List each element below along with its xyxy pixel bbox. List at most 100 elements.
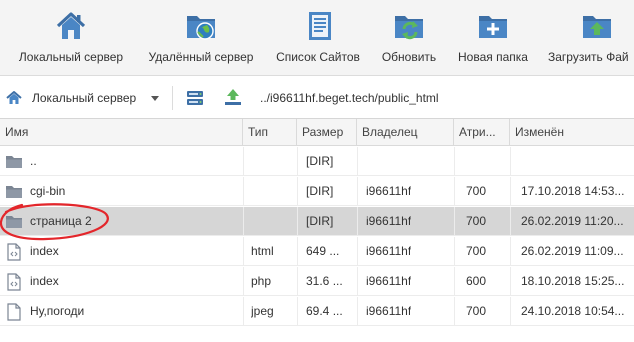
column-separator bbox=[510, 237, 511, 266]
folder-icon bbox=[6, 156, 22, 168]
cell-attributes: 700 bbox=[466, 304, 487, 318]
column-separator bbox=[297, 237, 298, 266]
remote-server-button[interactable]: Удалённый сервер bbox=[142, 0, 260, 75]
upload-icon[interactable] bbox=[224, 88, 242, 106]
column-separator bbox=[454, 237, 455, 266]
remote-server-label: Удалённый сервер bbox=[148, 50, 254, 64]
column-separator bbox=[454, 297, 455, 326]
remote-server-icon bbox=[187, 16, 215, 40]
cell-attributes: 600 bbox=[466, 274, 487, 288]
refresh-button[interactable]: Обновить bbox=[376, 0, 442, 75]
table-row[interactable]: index php 31.6 ... i96611hf 600 18.10.2018 15… bbox=[0, 267, 634, 296]
location-label: Локальный сервер bbox=[32, 91, 137, 105]
table-row[interactable]: .. [DIR] bbox=[0, 147, 634, 176]
location-dropdown[interactable]: Локальный сервер bbox=[0, 77, 170, 119]
table-row[interactable]: Ну,погоди jpeg 69.4 ... i96611hf 700 24.10.20… bbox=[0, 297, 634, 326]
column-separator bbox=[297, 147, 298, 176]
column-separator bbox=[243, 147, 244, 176]
column-separator bbox=[297, 267, 298, 296]
divider bbox=[172, 86, 173, 110]
site-list-button[interactable]: Список Сайтов bbox=[260, 0, 376, 75]
cell-size: [DIR] bbox=[306, 214, 334, 228]
cell-name: index bbox=[30, 244, 59, 258]
table-header: Имя Тип Размер Владелец Атри... Изменён bbox=[0, 119, 634, 146]
refresh-label: Обновить bbox=[381, 50, 437, 64]
cell-modified: 26.02.2019 11:20... bbox=[521, 214, 624, 228]
column-separator bbox=[243, 207, 244, 236]
column-separator bbox=[454, 207, 455, 236]
upload-file-button[interactable]: Загрузить Фай bbox=[544, 0, 634, 75]
column-separator bbox=[510, 147, 511, 176]
column-separator bbox=[454, 267, 455, 296]
column-size-header[interactable]: Размер bbox=[297, 119, 357, 146]
cell-name: cgi-bin bbox=[30, 184, 66, 198]
cell-size: [DIR] bbox=[306, 154, 334, 168]
cell-owner: i96611hf bbox=[366, 244, 412, 258]
cell-name: .. bbox=[30, 154, 37, 168]
column-separator bbox=[357, 147, 358, 176]
column-owner-header[interactable]: Владелец bbox=[357, 119, 454, 146]
cell-modified: 18.10.2018 15:25... bbox=[521, 274, 625, 288]
column-separator bbox=[454, 177, 455, 206]
column-separator bbox=[357, 267, 358, 296]
server-icon[interactable] bbox=[186, 90, 204, 106]
cell-name: страница 2 bbox=[30, 214, 92, 228]
chevron-down-icon bbox=[151, 96, 159, 101]
cell-size: 31.6 ... bbox=[306, 274, 343, 288]
column-separator bbox=[297, 207, 298, 236]
column-separator bbox=[510, 207, 511, 236]
column-attributes-header[interactable]: Атри... bbox=[454, 119, 510, 146]
path-bar: Локальный сервер ../i96611hf.beget.tech/… bbox=[0, 77, 634, 119]
home-icon bbox=[56, 12, 86, 39]
current-path[interactable]: ../i96611hf.beget.tech/public_html bbox=[260, 91, 439, 105]
column-separator bbox=[243, 267, 244, 296]
column-separator bbox=[357, 177, 358, 206]
table-row-selected[interactable]: страница 2 [DIR] i96611hf 700 26.02.2019 11:… bbox=[0, 207, 634, 236]
cell-modified: 24.10.2018 10:54... bbox=[521, 304, 625, 318]
cell-attributes: 700 bbox=[466, 184, 487, 198]
column-separator bbox=[510, 297, 511, 326]
column-separator bbox=[243, 237, 244, 266]
column-separator bbox=[297, 297, 298, 326]
cell-type: php bbox=[251, 274, 272, 288]
cell-owner: i96611hf bbox=[366, 214, 412, 228]
table-row[interactable]: index html 649 ... i96611hf 700 26.02.2019 11… bbox=[0, 237, 634, 266]
cell-size: 69.4 ... bbox=[306, 304, 343, 318]
column-separator bbox=[243, 177, 244, 206]
site-list-label: Список Сайтов bbox=[276, 50, 360, 64]
new-folder-button[interactable]: Новая папка bbox=[442, 0, 544, 75]
cell-size: [DIR] bbox=[306, 184, 334, 198]
cell-modified: 26.02.2019 11:09... bbox=[521, 244, 624, 258]
column-separator bbox=[357, 207, 358, 236]
cell-attributes: 700 bbox=[466, 244, 487, 258]
code-file-icon bbox=[7, 273, 21, 291]
refresh-icon bbox=[395, 16, 423, 40]
cell-size: 649 ... bbox=[306, 244, 340, 258]
cell-modified: 17.10.2018 14:53... bbox=[521, 184, 625, 198]
column-name-header[interactable]: Имя bbox=[0, 119, 243, 146]
local-server-button[interactable]: Локальный сервер bbox=[0, 0, 142, 75]
cell-attributes: 700 bbox=[466, 214, 487, 228]
cell-name: index bbox=[30, 274, 59, 288]
cell-name: Ну,погоди bbox=[30, 304, 85, 318]
column-separator bbox=[357, 297, 358, 326]
column-separator bbox=[297, 177, 298, 206]
new-folder-icon bbox=[479, 16, 507, 38]
column-modified-header[interactable]: Изменён bbox=[510, 119, 634, 146]
toolbar: Локальный сервер Удалённый сервер Список… bbox=[0, 0, 634, 76]
column-type-header[interactable]: Тип bbox=[243, 119, 297, 146]
cell-type: html bbox=[251, 244, 274, 258]
table-row[interactable]: cgi-bin [DIR] i96611hf 700 17.10.2018 14:53.… bbox=[0, 177, 634, 206]
column-separator bbox=[357, 237, 358, 266]
local-server-label: Локальный сервер bbox=[18, 50, 124, 64]
new-folder-label: Новая папка bbox=[458, 50, 528, 64]
cell-type: jpeg bbox=[251, 304, 274, 318]
upload-file-label: Загрузить Фай bbox=[548, 50, 629, 64]
site-list-icon bbox=[309, 12, 331, 40]
cell-owner: i96611hf bbox=[366, 304, 412, 318]
folder-icon bbox=[6, 186, 22, 198]
column-separator bbox=[510, 177, 511, 206]
file-icon bbox=[7, 303, 21, 321]
column-separator bbox=[510, 267, 511, 296]
home-icon bbox=[6, 91, 22, 104]
